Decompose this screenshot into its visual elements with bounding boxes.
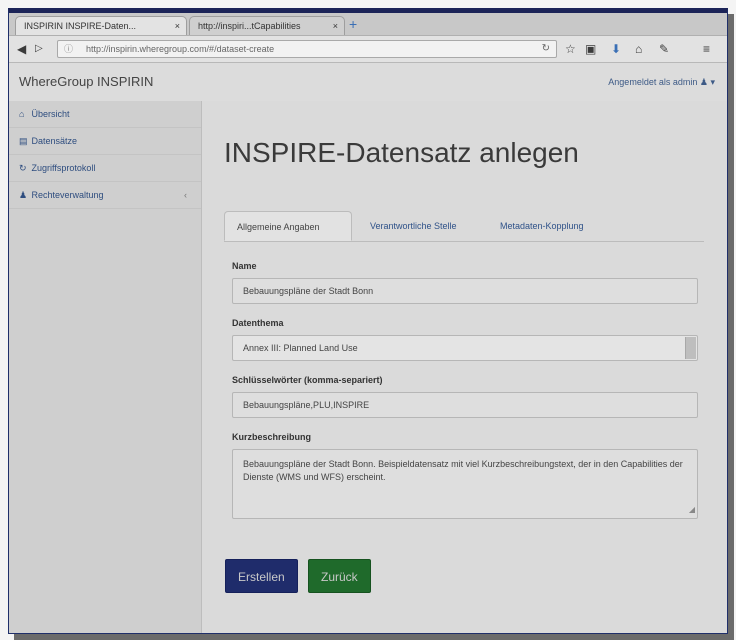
sidebar-item-zugriffsprotokoll[interactable]: ↻ Zugriffsprotokoll	[9, 155, 201, 182]
abstract-label: Kurzbeschreibung	[232, 432, 312, 442]
browser-tab-1-label: INSPIRIN INSPIRE-Daten...	[24, 21, 137, 31]
theme-select[interactable]: Annex III: Planned Land Use	[232, 335, 698, 361]
dataset-form: Name Bebauungspläne der Stadt Bonn Daten…	[232, 251, 698, 519]
download-icon[interactable]: ⬇	[611, 36, 621, 62]
tab-verantwortliche-stelle[interactable]: Verantwortliche Stelle	[358, 211, 488, 241]
extension-icon[interactable]: ✎	[659, 36, 669, 62]
form-tabs: Allgemeine Angaben Verantwortliche Stell…	[224, 211, 704, 242]
theme-select-value: Annex III: Planned Land Use	[243, 343, 358, 353]
tab-strip: INSPIRIN INSPIRE-Daten... × http://inspi…	[9, 13, 727, 36]
page-title: INSPIRE-Datensatz anlegen	[224, 137, 579, 168]
select-arrow-icon[interactable]	[685, 337, 696, 359]
database-icon: ▤	[19, 136, 28, 146]
theme-label: Datenthema	[232, 318, 284, 328]
keywords-input-value: Bebauungspläne,PLU,INSPIRE	[243, 400, 370, 410]
tab-label: Metadaten-Kopplung	[500, 221, 584, 231]
plus-icon[interactable]: +	[349, 16, 357, 32]
info-icon[interactable]: ⓘ	[64, 41, 73, 57]
reading-list-icon[interactable]: ▣	[585, 36, 596, 62]
back-button[interactable]: Zurück	[308, 559, 371, 593]
create-button[interactable]: Erstellen	[225, 559, 298, 593]
name-label: Name	[232, 261, 257, 271]
home-icon: ⌂	[19, 109, 25, 119]
sidebar-item-datensaetze[interactable]: ▤ Datensätze	[9, 128, 201, 155]
close-icon[interactable]: ×	[175, 17, 180, 35]
browser-window: INSPIRIN INSPIRE-Daten... × http://inspi…	[8, 8, 728, 634]
main-content: INSPIRE-Datensatz anlegen Allgemeine Ang…	[202, 101, 727, 633]
resize-handle-icon[interactable]: ◢	[689, 503, 695, 516]
reload-icon[interactable]: ↻	[542, 41, 550, 57]
name-input-value: Bebauungspläne der Stadt Bonn	[243, 286, 374, 296]
back-arrow-icon[interactable]: ◀	[17, 36, 26, 62]
user-menu[interactable]: Angemeldet als admin ♟ ▾	[608, 63, 715, 101]
keywords-input[interactable]: Bebauungspläne,PLU,INSPIRE	[232, 392, 698, 418]
star-icon[interactable]: ☆	[565, 36, 576, 62]
sidebar-item-label: Rechteverwaltung	[31, 190, 104, 200]
home-icon[interactable]: ⌂	[635, 36, 642, 62]
close-icon[interactable]: ×	[333, 17, 338, 35]
sidebar: ⌂ Übersicht ▤ Datensätze ↻ Zugriffsproto…	[9, 101, 202, 633]
sidebar-item-label: Zugriffsprotokoll	[31, 163, 96, 173]
keywords-label: Schlüsselwörter (komma-separiert)	[232, 375, 383, 385]
tab-label: Verantwortliche Stelle	[370, 221, 457, 231]
abstract-textarea[interactable]: Bebauungspläne der Stadt Bonn. Beispield…	[232, 449, 698, 519]
forward-arrow-icon[interactable]: ▷	[35, 36, 43, 62]
browser-tab-2[interactable]: http://inspiri...tCapabilities ×	[189, 16, 345, 35]
menu-icon[interactable]: ≡	[703, 36, 710, 62]
name-input[interactable]: Bebauungspläne der Stadt Bonn	[232, 278, 698, 304]
browser-tab-1[interactable]: INSPIRIN INSPIRE-Daten... ×	[15, 16, 187, 35]
brand-title[interactable]: WhereGroup INSPIRIN	[19, 63, 153, 101]
sidebar-item-uebersicht[interactable]: ⌂ Übersicht	[9, 101, 201, 128]
users-icon: ♟	[19, 190, 28, 200]
sidebar-item-rechteverwaltung[interactable]: ♟ Rechteverwaltung ‹	[9, 182, 201, 209]
browser-toolbar: ◀ ▷ ⓘ http://inspirin.wheregroup.com/#/d…	[9, 36, 727, 63]
url-text: http://inspirin.wheregroup.com/#/dataset…	[86, 44, 275, 54]
tab-label: Allgemeine Angaben	[237, 222, 320, 232]
tab-metadaten-kopplung[interactable]: Metadaten-Kopplung	[488, 211, 618, 241]
abstract-textarea-value: Bebauungspläne der Stadt Bonn. Beispield…	[243, 459, 683, 482]
user-icon: ♟	[699, 77, 708, 87]
tab-allgemeine-angaben[interactable]: Allgemeine Angaben	[224, 211, 352, 241]
browser-tab-2-label: http://inspiri...tCapabilities	[198, 21, 301, 31]
sidebar-item-label: Übersicht	[31, 109, 70, 119]
user-menu-label: Angemeldet als admin	[608, 77, 698, 87]
url-bar[interactable]: ⓘ http://inspirin.wheregroup.com/#/datas…	[57, 40, 557, 58]
sidebar-item-label: Datensätze	[31, 136, 78, 146]
log-icon: ↻	[19, 163, 27, 173]
chevron-left-icon: ‹	[184, 190, 187, 200]
app-navbar: WhereGroup INSPIRIN Angemeldet als admin…	[9, 63, 727, 102]
caret-down-icon: ▾	[710, 77, 715, 87]
